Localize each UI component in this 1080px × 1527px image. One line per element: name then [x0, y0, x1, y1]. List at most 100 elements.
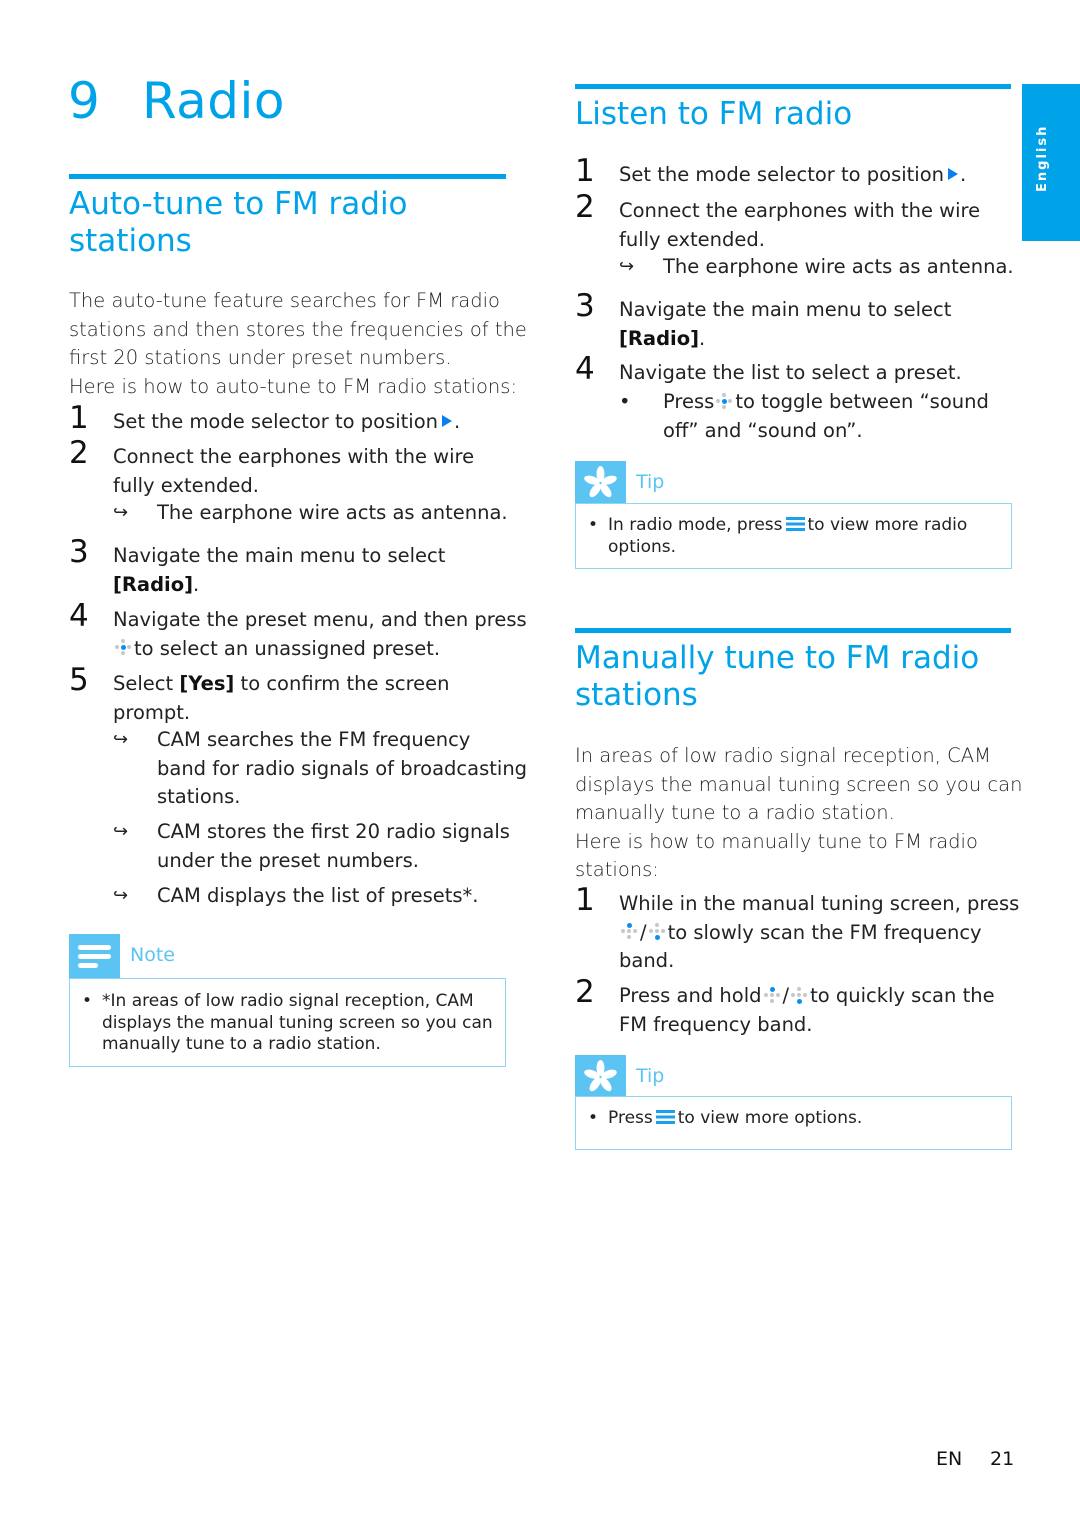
tip-header: Tip	[575, 461, 775, 505]
tip-asterisk-icon	[575, 461, 626, 505]
subbullet-line: off” and “sound on”.	[663, 418, 863, 442]
punctuation: .	[960, 163, 967, 186]
punctuation: .	[699, 326, 706, 350]
intro-line: stations and then stores the frequencies…	[69, 317, 527, 341]
menu-icon	[655, 1109, 675, 1124]
result-arrow-icon: ↪	[113, 821, 129, 842]
result-arrow-icon: ↪	[113, 729, 129, 750]
step-line: While in the manual tuning screen, press	[619, 892, 1020, 915]
chapter-number: 9	[68, 72, 101, 130]
result-arrow-icon: ↪	[619, 256, 635, 277]
step-line: fully extended.	[113, 473, 259, 497]
bullet: •	[619, 390, 631, 413]
step-line: FM frequency band.	[619, 1012, 813, 1036]
text: to view more options.	[677, 1108, 863, 1128]
result-line: band for radio signals of broadcasting	[157, 756, 528, 780]
menu-option-radio: [Radio]	[619, 326, 700, 350]
menu-icon	[785, 516, 805, 531]
tip-label: Tip	[636, 471, 665, 493]
tip-box: • Press to view more options.	[575, 1096, 1012, 1150]
note-text: *In areas of low radio signal reception,…	[102, 991, 493, 1056]
result-text: The earphone wire acts as antenna.	[157, 501, 508, 524]
heading-line: stations	[575, 677, 698, 713]
section-heading-autotune: Auto-tune to FM radio stations	[69, 186, 408, 260]
step-number: 1	[575, 882, 595, 918]
intro-line: The auto-tune feature searches for FM ra…	[69, 289, 500, 312]
result-arrow-icon: ↪	[113, 502, 129, 523]
note-icon	[69, 934, 120, 978]
result-text: CAM searches the FM frequency band for r…	[157, 726, 527, 812]
tip-header: Tip	[575, 1055, 775, 1099]
tip-text: Press to view more options.	[608, 1108, 862, 1130]
heading-line: Manually tune to FM radio	[575, 640, 980, 676]
bullet: •	[588, 515, 599, 535]
step-line: / to slowly scan the FM frequency	[619, 919, 1019, 948]
autotune-intro: The auto-tune feature searches for FM ra…	[69, 287, 527, 401]
step-text: Connect the earphones with the wire full…	[113, 443, 474, 500]
step-number: 1	[69, 400, 89, 436]
step-text-main: to confirm the screen	[234, 672, 450, 695]
note-line: manually tune to a radio station.	[102, 1034, 381, 1054]
menu-option-radio: [Radio]	[113, 572, 194, 596]
step-text: Connect the earphones with the wire full…	[619, 197, 980, 254]
text: to slowly scan the FM frequency	[667, 920, 982, 944]
option-yes: [Yes]	[179, 672, 235, 695]
nav-down-button-icon	[648, 923, 665, 940]
result-text: The earphone wire acts as antenna.	[663, 255, 1014, 278]
step-number: 2	[575, 974, 595, 1010]
tip-line: In radio mode, press to view more radio	[608, 515, 967, 537]
play-triangle-icon	[442, 415, 453, 427]
step-line: band.	[619, 949, 675, 972]
intro-line: stations:	[575, 858, 659, 881]
play-triangle-icon	[948, 168, 959, 180]
text: Press	[608, 1108, 653, 1128]
nav-center-button-icon	[115, 639, 131, 655]
step-line: Connect the earphones with the wire	[113, 445, 475, 468]
step-line: Connect the earphones with the wire	[619, 199, 981, 222]
subbullet-text: Press to toggle between “sound off” and “…	[663, 388, 989, 445]
tip-asterisk-icon	[575, 1055, 626, 1099]
subbullet-line: Press to toggle between “sound	[663, 388, 989, 417]
intro-line: manually tune to a radio station.	[575, 801, 895, 824]
note-label: Note	[130, 944, 175, 966]
step-text-main: to select an unassigned preset.	[134, 636, 441, 660]
nav-up-button-icon	[621, 923, 637, 939]
result-line: under the preset numbers.	[157, 848, 419, 872]
step-number: 3	[69, 534, 89, 570]
punctuation: .	[193, 572, 200, 596]
step-text-main: Select	[113, 672, 180, 695]
intro-line: Here is how to manually tune to FM radio	[575, 829, 978, 853]
step-number: 3	[575, 288, 595, 324]
step-text: While in the manual tuning screen, press…	[619, 890, 1019, 976]
step-number: 2	[69, 435, 89, 471]
step-line: Navigate the main menu to select	[619, 298, 952, 321]
section-rule	[575, 84, 1011, 89]
result-text: CAM stores the first 20 radio signals un…	[157, 818, 510, 875]
heading-line: Listen to FM radio	[575, 96, 853, 132]
step-text: Select [Yes] to confirm the screen promp…	[113, 670, 450, 727]
text: In radio mode, press	[608, 515, 783, 535]
tip-box: • In radio mode, press to view more radio…	[575, 503, 1012, 569]
result-line: CAM searches the FM frequency	[157, 728, 471, 751]
tip-text: In radio mode, press to view more radio o…	[608, 515, 967, 558]
step-line: [Radio].	[619, 325, 951, 354]
step-line: Select [Yes] to confirm the screen	[113, 670, 450, 699]
language-tab: English	[1022, 84, 1080, 241]
chapter-name: Radio	[142, 72, 286, 130]
separator: /	[640, 920, 647, 944]
section-rule	[69, 174, 506, 179]
result-line: stations.	[157, 785, 241, 808]
step-line: to select an unassigned preset.	[113, 635, 527, 664]
text: to toggle between “sound	[735, 390, 989, 413]
intro-line: displays the manual tuning screen so you…	[575, 772, 1023, 796]
text: Press	[663, 390, 715, 413]
punctuation: .	[454, 410, 461, 433]
step-text: Set the mode selector to position.	[619, 161, 966, 190]
intro-line: In areas of low radio signal reception, …	[575, 744, 991, 767]
step-line: Navigate the main menu to select	[113, 544, 446, 567]
step-line: Navigate the preset menu, and then press	[113, 608, 527, 631]
section-heading-manual: Manually tune to FM radio stations	[575, 640, 979, 714]
chapter-title: 9 Radio	[68, 72, 285, 130]
step-line: [Radio].	[113, 571, 445, 600]
heading-line: stations	[69, 223, 192, 259]
